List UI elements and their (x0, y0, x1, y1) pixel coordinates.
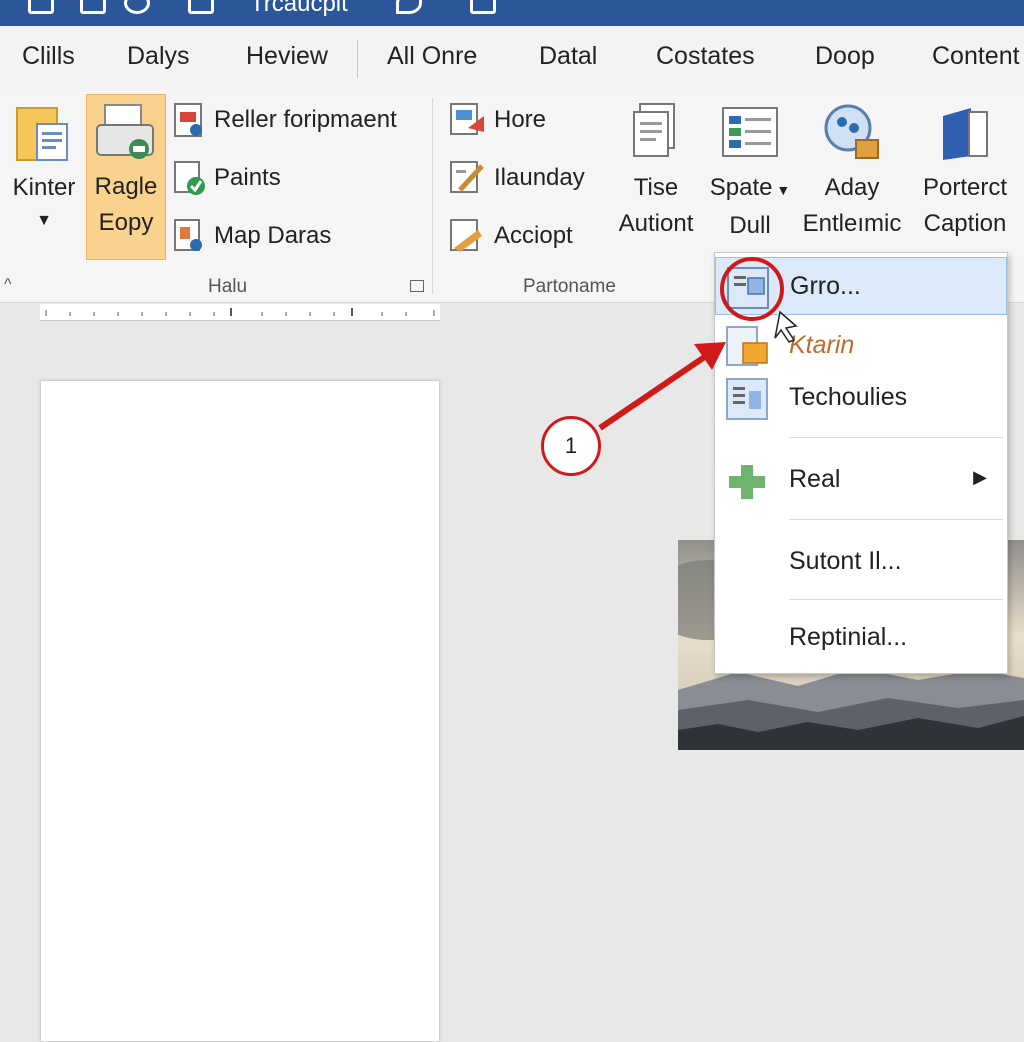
submenu-arrow-icon: ▶ (973, 467, 987, 487)
spate-dull-button[interactable]: Spate ▼ Dull (704, 96, 796, 256)
menu-item-label: Sutont Il... (789, 547, 902, 575)
document-folder-icon (726, 326, 768, 366)
menu-item-sutont[interactable]: Sutont Il... (715, 533, 1007, 591)
globe-lock-icon (824, 104, 879, 159)
signature-document-icon (450, 219, 482, 252)
group-divider (432, 98, 433, 294)
undo-icon[interactable] (80, 0, 106, 14)
ribbon-tabs: Clills Dalys Heview All Onre Datal Costa… (0, 26, 1024, 91)
tise-label-line1: Tise (633, 174, 679, 201)
map-document-icon (174, 219, 202, 251)
insert-dropdown-menu: Grro... Ktarin Techoulies Real ▶ Sutont … (714, 252, 1008, 674)
layout-grid-icon (722, 107, 778, 157)
ilaunday-button[interactable]: Ilaunday (448, 156, 585, 200)
tise-label-line2: Autiont (618, 210, 694, 237)
reller-foripmaent-button[interactable]: Reller foripmaent (172, 98, 397, 142)
tab-content[interactable]: Content (932, 42, 1020, 71)
hore-label: Hore (494, 106, 547, 133)
document-page[interactable] (40, 380, 440, 1042)
picture-document-icon (450, 103, 484, 135)
menu-item-grro[interactable]: Grro... (715, 257, 1007, 315)
horizontal-ruler[interactable] (40, 304, 440, 321)
tab-datal[interactable]: Datal (539, 42, 597, 71)
expand-group-icon[interactable] (410, 280, 424, 292)
aday-label-line2: Entleımic (802, 210, 902, 237)
redo-icon[interactable] (124, 0, 150, 14)
edit-document-icon (450, 161, 484, 193)
porterct-caption-button[interactable]: Porterct Caption (912, 96, 1018, 256)
tab-all-onre[interactable]: All Onre (387, 42, 477, 71)
paints-button[interactable]: Paints (172, 156, 281, 200)
stacked-documents-icon (633, 103, 675, 157)
tab-dalys[interactable]: Dalys (127, 42, 190, 71)
menu-item-label: Grro... (790, 272, 861, 300)
porterct-label-line1: Porterct (922, 174, 1008, 201)
aday-label-line1: Aday (824, 174, 880, 201)
menu-separator (789, 437, 1003, 438)
title-bar: Trcaucpit (0, 0, 1024, 26)
dropdown-arrow-icon: ▼ (36, 212, 52, 229)
tab-clills[interactable]: Clills (22, 42, 75, 71)
ruler-ticks (45, 308, 435, 316)
blue-book-icon (943, 108, 988, 160)
tab-divider (357, 40, 358, 78)
dropdown-arrow-icon: ▼ (772, 182, 791, 198)
map-daras-label: Map Daras (214, 222, 332, 249)
menu-item-label: Reptinial... (789, 623, 908, 651)
reller-label: Reller foripmaent (214, 106, 397, 133)
ragle-label-line1: Ragle (94, 173, 158, 200)
porterct-label-line2: Caption (923, 210, 1007, 237)
tab-costates[interactable]: Costates (656, 42, 755, 71)
aday-entleimic-button[interactable]: Aday Entleımic (798, 96, 906, 256)
acciopt-label: Acciopt (494, 222, 573, 249)
save-icon[interactable] (28, 0, 54, 14)
plus-icon (729, 465, 765, 499)
folder-document-icon (16, 107, 68, 161)
document-grid-icon (726, 378, 768, 420)
window-title: Trcaucpit (250, 0, 348, 17)
menu-item-real[interactable]: Real ▶ (715, 451, 1007, 509)
menu-separator (789, 599, 1003, 600)
checkmark-document-icon (174, 161, 205, 195)
menu-item-techoulies[interactable]: Techoulies (715, 369, 1007, 427)
paints-label: Paints (214, 164, 281, 191)
ilaunday-label: Ilaunday (494, 164, 585, 191)
acciopt-button[interactable]: Acciopt (448, 214, 573, 258)
group-label-partoname: Partoname (523, 276, 616, 297)
kinter-label: Kinter (12, 174, 76, 201)
map-daras-button[interactable]: Map Daras (172, 214, 331, 258)
menu-item-reptinial[interactable]: Reptinial... (715, 609, 1007, 667)
tab-doop[interactable]: Doop (815, 42, 875, 71)
ragle-label-line2: Eopy (98, 209, 154, 236)
menu-separator (789, 519, 1003, 520)
document-chart-icon (174, 103, 202, 137)
kinter-button[interactable]: Kinter ▼ (6, 98, 82, 258)
menu-item-label: Techoulies (789, 383, 908, 411)
menu-item-label: Real (789, 465, 841, 493)
ragle-eopy-button[interactable]: Ragle Eopy (86, 94, 166, 260)
group-label-halu: Halu (208, 276, 248, 297)
spate-label-line1: Spate (709, 174, 773, 201)
printer-icon (96, 104, 154, 159)
touch-mode-icon[interactable] (396, 0, 422, 14)
spate-label-line2: Dull (729, 212, 771, 239)
hore-button[interactable]: Hore (448, 98, 546, 142)
step-number-callout: 1 (541, 416, 601, 476)
menu-item-label: Ktarin (789, 331, 855, 359)
document-table-icon (727, 267, 769, 309)
tab-heview[interactable]: Heview (246, 42, 328, 71)
menu-item-ktarin[interactable]: Ktarin (715, 317, 1007, 375)
annotation-arrow-shaft (598, 353, 708, 431)
print-icon[interactable] (188, 0, 214, 14)
customize-icon[interactable] (470, 0, 496, 14)
collapse-ribbon-icon[interactable]: ^ (4, 276, 12, 294)
tise-autiont-button[interactable]: Tise Autiont (612, 96, 700, 256)
